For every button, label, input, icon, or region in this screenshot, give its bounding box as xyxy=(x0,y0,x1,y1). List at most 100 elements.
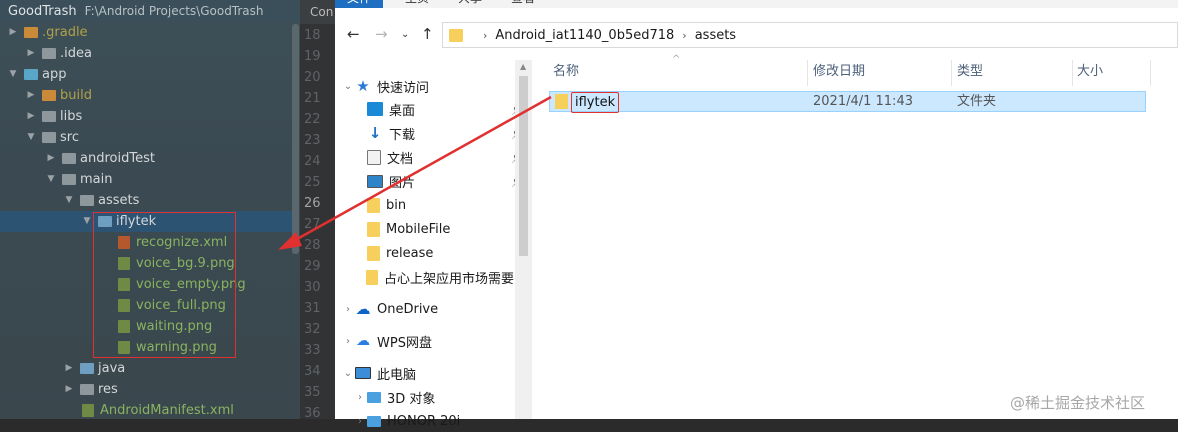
navigation-scrollbar[interactable]: ▲ xyxy=(515,60,532,419)
line-number: 18 xyxy=(304,28,321,43)
chevron-right-icon[interactable]: › xyxy=(341,336,355,347)
nav-item[interactable]: › ☁ OneDrive xyxy=(335,298,515,320)
tree-item[interactable]: ▶ libs xyxy=(26,106,83,126)
tree-item-label: app xyxy=(42,66,67,82)
expand-down-icon[interactable]: ▼ xyxy=(64,195,74,205)
breadcrumb-android-iat[interactable]: Android_iat1140_0b5ed718 xyxy=(495,28,674,43)
nav-item[interactable]: release xyxy=(335,242,527,264)
project-path: F:\Android Projects\GoodTrash xyxy=(84,4,264,18)
cloud-icon: ☁ xyxy=(355,300,371,318)
back-arrow-icon[interactable]: ← xyxy=(347,25,360,43)
tree-item[interactable]: ▼ app xyxy=(8,64,67,84)
breadcrumb-chevron-icon[interactable]: › xyxy=(483,29,487,42)
nav-item[interactable]: ⌄ 此电脑 xyxy=(335,362,515,384)
ribbon-tab-home[interactable]: 主页 xyxy=(405,0,429,4)
ribbon-tab-view[interactable]: 查看 xyxy=(511,0,535,4)
tree-item-label: assets xyxy=(98,192,140,208)
chevron-right-icon[interactable]: › xyxy=(353,416,367,427)
expand-right-icon[interactable]: ▶ xyxy=(26,48,36,58)
recent-dropdown-icon[interactable]: ⌄ xyxy=(401,29,409,40)
chevron-right-icon[interactable]: › xyxy=(341,304,355,315)
forward-arrow-icon[interactable]: → xyxy=(375,25,388,43)
orange-folder-icon xyxy=(42,89,56,101)
nav-item[interactable]: › 3D 对象 xyxy=(335,386,515,408)
ribbon-tab-file[interactable]: 文件 xyxy=(335,0,383,8)
tree-item[interactable]: AndroidManifest.xml xyxy=(82,400,234,420)
line-number: 34 xyxy=(304,364,321,379)
nav-item-label: 图片 xyxy=(389,175,416,191)
file-explorer-window: 文件 主页 共享 查看 ← → ⌄ ↑ › Android_iat1140_0b… xyxy=(335,0,1178,429)
module-folder-icon xyxy=(24,68,38,80)
expand-right-icon[interactable]: ▶ xyxy=(26,111,36,121)
nav-item[interactable]: › HONOR 20i xyxy=(335,410,515,432)
file-name-annotated[interactable]: iflytek xyxy=(571,92,620,113)
tree-scrollbar[interactable] xyxy=(292,24,299,254)
ide-title-bar: GoodTrash F:\Android Projects\GoodTrash xyxy=(0,0,300,22)
column-header-name[interactable]: 名称 xyxy=(532,60,808,86)
nav-item[interactable]: 文档📌 xyxy=(335,146,527,168)
expand-right-icon[interactable]: ▶ xyxy=(64,384,74,394)
ribbon-tab-share[interactable]: 共享 xyxy=(458,0,482,4)
nav-item[interactable]: › ☁ WPS网盘 xyxy=(335,330,515,352)
chevron-down-icon[interactable]: ⌄ xyxy=(341,81,355,92)
address-bar[interactable]: › Android_iat1140_0b5ed718 › assets xyxy=(442,22,1178,48)
tree-item[interactable]: ▼ main xyxy=(46,169,113,189)
nav-item[interactable]: 图片📌 xyxy=(335,170,527,192)
column-header-date[interactable]: 修改日期 xyxy=(808,60,952,86)
doc-icon xyxy=(367,149,381,165)
chevron-right-icon[interactable]: › xyxy=(353,392,367,403)
tree-item[interactable]: ▶ .gradle xyxy=(8,22,88,42)
yfold-icon xyxy=(367,197,380,213)
nav-item-label: OneDrive xyxy=(377,301,439,317)
expand-right-icon[interactable]: ▶ xyxy=(64,363,74,373)
nav-item[interactable]: MobileFile xyxy=(335,218,527,240)
expand-down-icon[interactable]: ▼ xyxy=(26,132,36,142)
tree-item[interactable]: ▶ res xyxy=(64,379,118,399)
expand-down-icon[interactable]: ▼ xyxy=(82,216,92,226)
expand-right-icon[interactable]: ▶ xyxy=(46,153,56,163)
expand-down-icon[interactable]: ▼ xyxy=(46,174,56,184)
drive-icon xyxy=(367,415,381,427)
breadcrumb-assets[interactable]: assets xyxy=(695,28,736,43)
column-header-type[interactable]: 类型 xyxy=(952,60,1073,86)
chevron-down-icon[interactable]: ⌄ xyxy=(341,368,355,379)
nav-item-label: 快速访问 xyxy=(377,80,430,96)
scroll-thumb[interactable] xyxy=(519,76,528,256)
tree-item[interactable]: ▶ build xyxy=(26,85,92,105)
tree-item-label: .idea xyxy=(60,45,92,61)
nav-item-label: MobileFile xyxy=(386,221,451,237)
pic-icon xyxy=(367,174,383,188)
nav-item[interactable]: bin xyxy=(335,194,527,216)
line-number: 22 xyxy=(304,112,321,127)
scroll-up-icon[interactable]: ▲ xyxy=(520,62,526,71)
tree-item[interactable]: ▶ .idea xyxy=(26,43,92,63)
nav-item-label: bin xyxy=(386,197,407,213)
line-number: 24 xyxy=(304,154,321,169)
gray-folder-icon xyxy=(42,110,56,122)
editor-tab[interactable]: Con xyxy=(300,0,335,24)
tree-item[interactable]: ▶ androidTest xyxy=(46,148,155,168)
expand-right-icon[interactable]: ▶ xyxy=(26,90,36,100)
expand-right-icon[interactable]: ▶ xyxy=(8,27,18,37)
nav-item[interactable]: 占心上架应用市场需要的 xyxy=(335,266,527,288)
ide-project-panel: GoodTrash F:\Android Projects\GoodTrash … xyxy=(0,0,300,419)
nav-item[interactable]: 桌面📌 xyxy=(335,98,527,120)
tree-item[interactable]: ▼ src xyxy=(26,127,79,147)
expand-down-icon[interactable]: ▼ xyxy=(8,69,18,79)
tree-item[interactable]: ▼ assets xyxy=(64,190,140,210)
nav-item[interactable]: ↓下载📌 xyxy=(335,122,527,144)
nav-item[interactable]: ⌄ ★ 快速访问 xyxy=(335,75,515,97)
gray-folder-icon xyxy=(62,152,76,164)
yfold-icon xyxy=(367,245,380,261)
tree-item-label: src xyxy=(60,129,79,145)
address-row: ← → ⌄ ↑ › Android_iat1140_0b5ed718 › ass… xyxy=(335,21,1178,49)
tree-item[interactable]: ▶ java xyxy=(64,358,126,378)
up-arrow-icon[interactable]: ↑ xyxy=(421,25,434,43)
column-header-size[interactable]: 大小 xyxy=(1073,60,1151,86)
file-row[interactable]: iflytek 2021/4/1 11:43 文件夹 xyxy=(549,91,1146,113)
breadcrumb-chevron-icon[interactable]: › xyxy=(682,29,686,42)
line-number: 21 xyxy=(304,91,321,106)
assets-folder-icon xyxy=(80,194,94,206)
gray-folder-icon xyxy=(62,173,76,185)
nav-item-label: HONOR 20i xyxy=(387,413,461,429)
